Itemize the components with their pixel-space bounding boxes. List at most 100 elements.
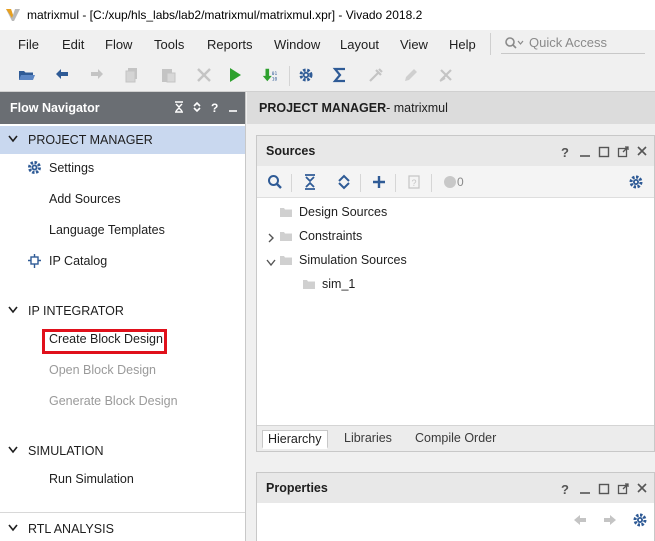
float-icon[interactable] — [617, 145, 629, 158]
sources-count: 0 — [457, 175, 464, 189]
maximize-icon[interactable] — [598, 145, 610, 158]
section-label: SIMULATION — [28, 444, 104, 458]
header-project-name: - matrixmul — [386, 101, 448, 115]
collapse-all-icon[interactable] — [302, 174, 318, 190]
sources-title: Sources — [266, 144, 316, 158]
menu-window[interactable]: Window — [274, 37, 320, 52]
folder-icon — [280, 256, 292, 265]
menu-tools[interactable]: Tools — [154, 37, 184, 52]
project-manager-header: PROJECT MANAGER - matrixmul — [247, 92, 655, 124]
settings-icon[interactable] — [632, 512, 648, 528]
quick-access-search[interactable]: Quick Access — [501, 32, 645, 54]
svg-text:?: ? — [561, 482, 569, 495]
ip-catalog-icon — [28, 254, 41, 268]
nav-item-open-block-design[interactable]: Open Block Design — [49, 363, 156, 377]
maximize-icon[interactable] — [598, 482, 610, 495]
tree-item-simulation-sources[interactable]: Simulation Sources — [279, 253, 407, 267]
undo-icon[interactable] — [53, 66, 71, 84]
flow-navigator-title: Flow Navigator — [10, 101, 100, 115]
quick-access-placeholder: Quick Access — [529, 35, 608, 50]
disabled-tool-icon[interactable] — [367, 66, 385, 84]
svg-text:?: ? — [412, 178, 417, 188]
menu-file[interactable]: File — [18, 37, 39, 52]
redo-icon[interactable] — [88, 66, 106, 84]
delete-icon[interactable] — [195, 66, 213, 84]
collapse-all-icon[interactable] — [174, 101, 184, 113]
nav-item-create-block-design[interactable]: Create Block Design — [49, 332, 163, 346]
tree-label: Constraints — [299, 229, 363, 243]
search-icon[interactable] — [267, 174, 283, 190]
nav-item-settings[interactable]: Settings — [49, 161, 94, 175]
tab-hierarchy[interactable]: Hierarchy — [262, 430, 328, 449]
nav-item-add-sources[interactable]: Add Sources — [49, 192, 121, 206]
section-project-manager[interactable]: PROJECT MANAGER — [0, 126, 245, 154]
menu-view[interactable]: View — [400, 37, 428, 52]
close-icon[interactable] — [636, 482, 648, 495]
menu-edit[interactable]: Edit — [62, 37, 84, 52]
section-simulation[interactable]: SIMULATION — [0, 437, 245, 465]
properties-title: Properties — [266, 481, 328, 495]
menu-layout[interactable]: Layout — [340, 37, 379, 52]
close-icon[interactable] — [636, 145, 648, 158]
help-icon[interactable]: ? — [560, 145, 572, 158]
chevron-down-icon[interactable] — [266, 259, 276, 267]
help-icon[interactable]: ? — [210, 101, 220, 113]
back-arrow-icon[interactable] — [572, 513, 588, 527]
settings-icon[interactable] — [297, 66, 315, 84]
svg-text:01: 01 — [272, 71, 278, 77]
menu-reports[interactable]: Reports — [207, 37, 253, 52]
copy-icon[interactable] — [123, 66, 141, 84]
status-circle-icon — [442, 174, 458, 190]
search-icon — [505, 36, 524, 49]
float-icon[interactable] — [617, 482, 629, 495]
nav-item-ip-catalog[interactable]: IP Catalog — [49, 254, 107, 268]
help-icon[interactable]: ? — [560, 482, 572, 495]
add-icon[interactable] — [371, 174, 387, 190]
section-label: IP INTEGRATOR — [28, 304, 124, 318]
section-label: PROJECT MANAGER — [28, 133, 153, 147]
forward-arrow-icon[interactable] — [602, 513, 618, 527]
sigma-icon[interactable] — [331, 66, 349, 84]
chevron-right-icon[interactable] — [267, 233, 275, 243]
sources-panel: Sources ? ? 0 Design Sources Constraints… — [256, 135, 655, 452]
toolbar-separator — [360, 174, 361, 192]
menu-bar: File Edit Flow Tools Reports Window Layo… — [0, 30, 655, 58]
properties-title-bar: Properties ? — [257, 473, 654, 503]
minimize-icon[interactable] — [579, 145, 591, 158]
settings-icon[interactable] — [628, 174, 644, 190]
menu-help[interactable]: Help — [449, 37, 476, 52]
run-icon[interactable] — [226, 66, 244, 84]
menu-flow[interactable]: Flow — [105, 37, 132, 52]
main-toolbar: 01 10 — [0, 58, 655, 92]
menu-separator — [490, 33, 491, 55]
open-project-icon[interactable] — [18, 66, 36, 84]
nav-item-language-templates[interactable]: Language Templates — [49, 223, 165, 237]
section-ip-integrator[interactable]: IP INTEGRATOR — [0, 297, 245, 325]
nav-item-generate-block-design[interactable]: Generate Block Design — [49, 394, 178, 408]
properties-disabled-icon[interactable]: ? — [406, 174, 422, 190]
program-device-icon[interactable]: 01 10 — [261, 66, 279, 84]
main-area: PROJECT MANAGER - matrixmul Sources ? ? … — [247, 92, 655, 541]
minimize-icon[interactable] — [579, 482, 591, 495]
section-label: RTL ANALYSIS — [28, 522, 114, 536]
gear-icon — [28, 161, 41, 174]
section-rtl-analysis[interactable]: RTL ANALYSIS — [0, 515, 245, 541]
toolbar-separator — [431, 174, 432, 192]
tree-item-constraints[interactable]: Constraints — [279, 229, 362, 243]
tree-label: sim_1 — [322, 277, 356, 291]
nav-item-run-simulation[interactable]: Run Simulation — [49, 472, 134, 486]
flow-navigator-header: Flow Navigator ? — [0, 92, 245, 124]
minimize-icon[interactable] — [228, 101, 238, 113]
disabled-edit-icon[interactable] — [402, 66, 420, 84]
folder-icon — [280, 208, 292, 217]
paste-icon[interactable] — [159, 66, 177, 84]
tree-item-sim-1[interactable]: sim_1 — [302, 277, 355, 291]
disabled-clear-icon[interactable] — [437, 66, 455, 84]
tree-item-design-sources[interactable]: Design Sources — [279, 205, 387, 219]
section-divider — [0, 512, 245, 513]
chevron-down-icon — [8, 446, 18, 454]
expand-all-icon[interactable] — [192, 101, 202, 113]
tab-compile-order[interactable]: Compile Order — [410, 430, 501, 446]
tab-libraries[interactable]: Libraries — [339, 430, 397, 446]
expand-all-icon[interactable] — [336, 174, 352, 190]
